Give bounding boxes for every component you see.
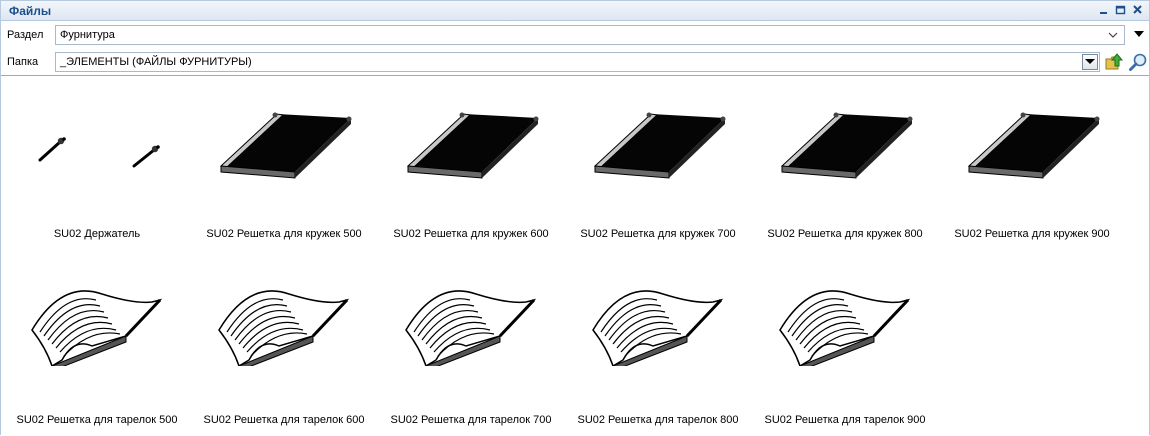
file-thumbnail-item[interactable]: SU02 Решетка для кружек 600 [381, 96, 561, 244]
file-thumbnail-item[interactable]: SU02 Решетка для тарелок 900 [755, 276, 935, 430]
file-thumbnail-caption: SU02 Решетка для тарелок 900 [764, 414, 926, 426]
restore-icon[interactable] [1115, 3, 1126, 17]
tray-thumbnail-image [194, 96, 374, 186]
file-thumbnail-caption: SU02 Решетка для тарелок 800 [577, 414, 739, 426]
tray-thumbnail-image [568, 96, 748, 186]
tray-thumbnail-image [381, 96, 561, 186]
chevron-down-icon [1108, 32, 1118, 38]
folder-up-icon[interactable] [1104, 52, 1124, 72]
folder-label: Папка [7, 56, 39, 68]
section-select[interactable]: Фурнитура [55, 25, 1125, 45]
file-thumbnail-caption: SU02 Решетка для кружек 900 [954, 228, 1110, 240]
file-thumbnail-item[interactable]: SU02 Решетка для кружек 700 [568, 96, 748, 244]
file-thumbnails-area: SU02 Держатель SU02 Решетка для кружек 5… [1, 75, 1149, 436]
tray-thumbnail-image [755, 96, 935, 186]
file-thumbnail-caption: SU02 Решетка для кружек 800 [767, 228, 923, 240]
file-thumbnail-caption: SU02 Решетка для кружек 500 [206, 228, 362, 240]
close-icon[interactable] [1132, 3, 1143, 17]
file-thumbnail-caption: SU02 Решетка для кружек 600 [393, 228, 549, 240]
panel-title: Файлы [9, 4, 52, 18]
file-thumbnail-item[interactable]: SU02 Решетка для тарелок 700 [381, 276, 561, 430]
search-icon[interactable] [1128, 52, 1148, 72]
holder-thumbnail-image [7, 96, 187, 186]
minimize-icon[interactable] [1098, 3, 1109, 17]
file-thumbnail-item[interactable]: SU02 Решетка для кружек 500 [194, 96, 374, 244]
section-menu-arrow-icon[interactable] [1134, 31, 1144, 37]
file-thumbnail-item[interactable]: SU02 Решетка для тарелок 800 [568, 276, 748, 430]
folder-select-value: _ЭЛЕМЕНТЫ (ФАЙЛЫ ФУРНИТУРЫ) [60, 56, 252, 68]
file-thumbnail-caption: SU02 Решетка для тарелок 700 [390, 414, 552, 426]
rack-thumbnail-image [381, 276, 561, 366]
rack-thumbnail-image [7, 276, 187, 366]
folder-select[interactable]: _ЭЛЕМЕНТЫ (ФАЙЛЫ ФУРНИТУРЫ) [55, 52, 1100, 72]
file-thumbnail-caption: SU02 Решетка для тарелок 600 [203, 414, 365, 426]
file-thumbnail-item[interactable]: SU02 Решетка для тарелок 600 [194, 276, 374, 430]
tray-thumbnail-image [942, 96, 1122, 186]
rack-thumbnail-image [568, 276, 748, 366]
panel-titlebar: Файлы [1, 1, 1149, 21]
file-thumbnail-caption: SU02 Решетка для тарелок 500 [16, 414, 178, 426]
file-thumbnail-item[interactable]: SU02 Решетка для кружек 800 [755, 96, 935, 244]
files-panel: Файлы Раздел Фурнитура Папка _ЭЛЕМЕНТЫ (… [0, 0, 1150, 436]
file-thumbnail-caption: SU02 Решетка для кружек 700 [580, 228, 736, 240]
folder-dropdown-button[interactable] [1082, 54, 1098, 70]
file-thumbnail-caption: SU02 Держатель [53, 228, 141, 240]
rack-thumbnail-image [194, 276, 374, 366]
file-thumbnail-item[interactable]: SU02 Решетка для тарелок 500 [7, 276, 187, 430]
section-select-value: Фурнитура [60, 29, 115, 41]
rack-thumbnail-image [755, 276, 935, 366]
section-label: Раздел [7, 29, 44, 41]
file-thumbnail-item[interactable]: SU02 Держатель [7, 96, 187, 244]
file-thumbnail-item[interactable]: SU02 Решетка для кружек 900 [942, 96, 1122, 244]
